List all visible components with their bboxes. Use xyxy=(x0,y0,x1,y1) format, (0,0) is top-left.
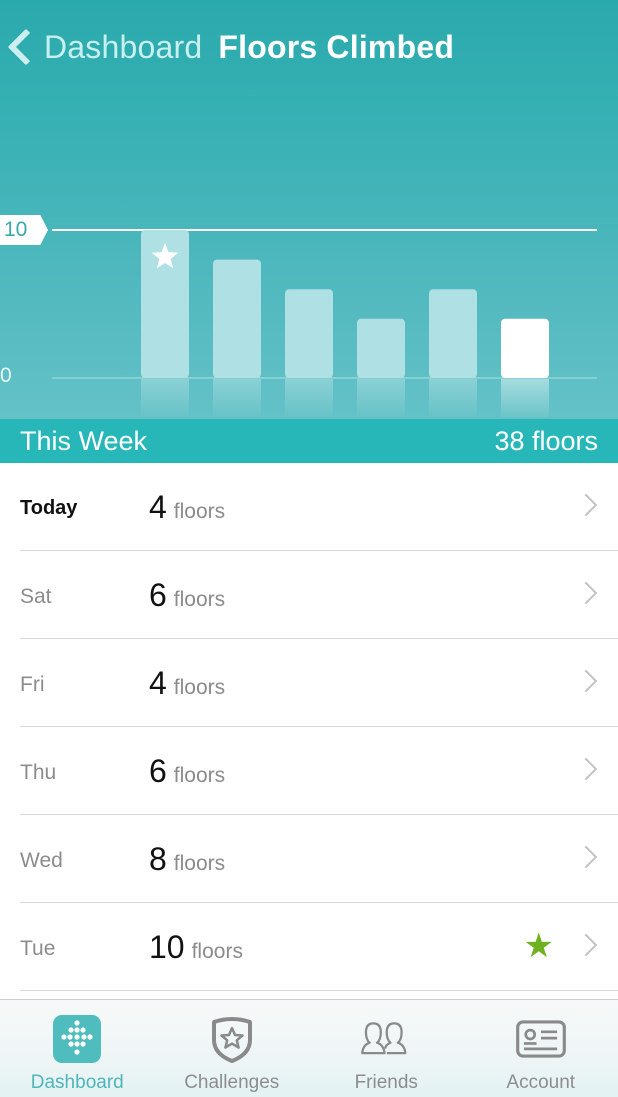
bar-sat xyxy=(429,289,477,378)
list-item-today[interactable]: Today 4 floors xyxy=(0,463,618,551)
row-number: 8 xyxy=(149,841,167,877)
list-item-thu[interactable]: Thu 6 floors xyxy=(0,727,618,815)
week-total: 38 floors xyxy=(494,425,598,456)
week-label: This Week xyxy=(20,425,148,456)
chevron-right-icon xyxy=(574,845,598,869)
row-number: 6 xyxy=(149,577,167,613)
y-tick-min: 0 xyxy=(0,364,12,387)
bar-thu xyxy=(285,289,333,378)
floors-chart: 10 0 xyxy=(0,200,618,420)
page-title: Floors Climbed xyxy=(218,28,455,65)
list-item-fri[interactable]: Fri 4 floors xyxy=(0,639,618,727)
row-unit: floors xyxy=(173,676,226,699)
tab-bar: Dashboard Challenges Friends Account xyxy=(0,999,618,1097)
back-button[interactable]: Dashboard xyxy=(0,22,202,72)
bar-reflection-thu xyxy=(285,379,333,417)
account-icon xyxy=(515,1014,567,1064)
bar-today xyxy=(501,318,549,378)
row-day: Fri xyxy=(20,673,45,696)
tab-account[interactable]: Account xyxy=(464,1000,618,1097)
tab-label: Dashboard xyxy=(30,1072,124,1093)
back-label: Dashboard xyxy=(44,28,203,65)
tab-dashboard[interactable]: Dashboard xyxy=(0,1000,155,1097)
bar-wed xyxy=(213,259,261,378)
row-value: 6 floors xyxy=(149,577,225,614)
row-value: 8 floors xyxy=(149,841,225,878)
goal-star-icon: ★ xyxy=(523,927,554,965)
list-item-sat[interactable]: Sat 6 floors xyxy=(0,551,618,639)
week-summary-bar: This Week 38 floors xyxy=(0,419,618,463)
nav-bar: Dashboard Floors Climbed xyxy=(0,22,618,72)
row-number: 6 xyxy=(149,753,167,789)
list-item-wed[interactable]: Wed 8 floors xyxy=(0,815,618,903)
header-hero: Dashboard Floors Climbed 10 0 xyxy=(0,0,618,420)
row-day: Sat xyxy=(20,585,52,608)
row-value: 4 floors xyxy=(149,665,225,702)
row-number: 10 xyxy=(149,929,185,965)
row-unit: floors xyxy=(173,764,226,787)
chevron-right-icon xyxy=(574,669,598,693)
row-unit: floors xyxy=(173,852,226,875)
chart-canvas xyxy=(52,229,597,417)
list-item-tue[interactable]: Tue 10 floors ★ xyxy=(0,903,618,991)
row-unit: floors xyxy=(191,940,243,963)
row-value: 6 floors xyxy=(149,753,225,790)
bar-reflection-fri xyxy=(357,379,405,417)
row-unit: floors xyxy=(173,588,226,611)
tab-friends[interactable]: Friends xyxy=(309,1000,464,1097)
row-day: Today xyxy=(20,497,78,519)
tab-label: Challenges xyxy=(184,1072,280,1093)
row-day: Tue xyxy=(20,937,56,960)
dashboard-icon xyxy=(51,1014,103,1064)
row-day: Thu xyxy=(20,761,57,784)
chevron-right-icon xyxy=(574,757,598,781)
row-unit: floors xyxy=(173,500,226,523)
bar-reflection-wed xyxy=(213,379,261,417)
row-number: 4 xyxy=(149,489,167,525)
chevron-right-icon xyxy=(574,933,598,957)
bar-reflection-today xyxy=(501,379,549,417)
challenges-icon xyxy=(206,1014,258,1064)
row-value: 4 floors xyxy=(149,489,225,526)
chevron-left-icon xyxy=(0,22,40,72)
chevron-right-icon xyxy=(574,581,598,605)
bar-reflection-tue xyxy=(141,379,189,417)
bar-fri xyxy=(357,318,405,378)
tab-label: Friends xyxy=(354,1072,418,1093)
y-tick-max: 10 xyxy=(0,215,48,245)
row-number: 4 xyxy=(149,665,167,701)
daily-list: Today 4 floors Sat 6 floors Fri 4 floors… xyxy=(0,463,618,991)
row-value: 10 floors xyxy=(149,929,243,966)
row-day: Wed xyxy=(20,849,63,872)
tab-challenges[interactable]: Challenges xyxy=(155,1000,310,1097)
friends-icon xyxy=(360,1014,412,1064)
bar-reflection-sat xyxy=(429,379,477,417)
chevron-right-icon xyxy=(574,493,598,517)
tab-label: Account xyxy=(506,1072,576,1093)
